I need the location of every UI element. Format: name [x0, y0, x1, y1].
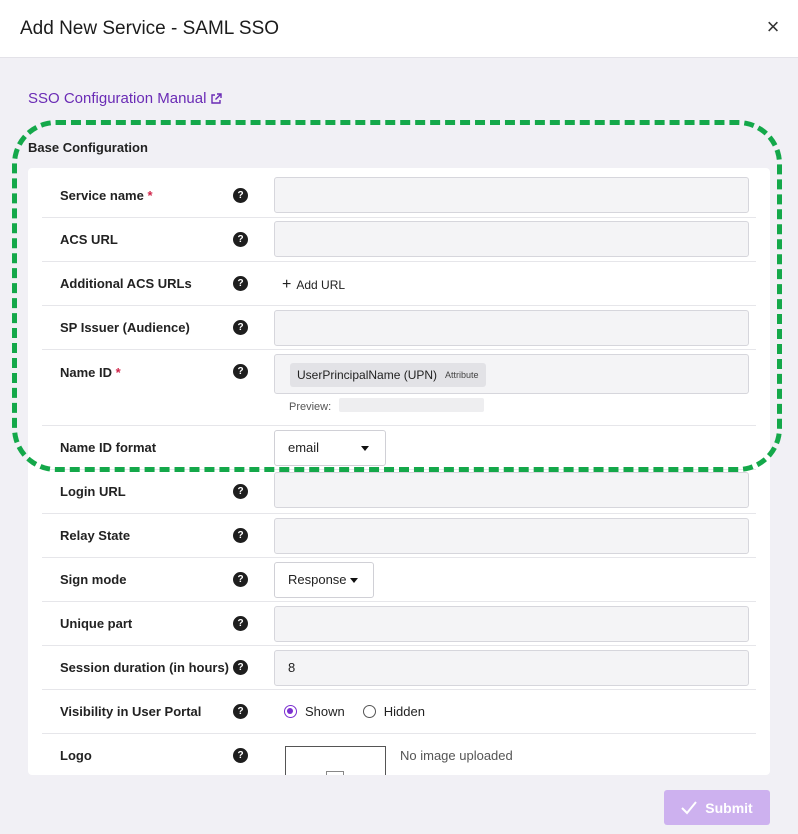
help-icon[interactable]: ? [233, 616, 248, 631]
help-icon[interactable]: ? [233, 188, 248, 203]
caret-down-icon [350, 578, 359, 584]
unique-part-label: Unique part [60, 616, 133, 631]
row-login-url: Login URL ? [42, 470, 756, 514]
radio-shown[interactable] [284, 705, 297, 718]
preview-label: Preview: [289, 401, 332, 413]
row-unique-part: Unique part ? [42, 602, 756, 646]
add-url-label: Add URL [296, 278, 346, 292]
login-url-label: Login URL [60, 484, 126, 499]
login-url-input[interactable] [274, 472, 749, 508]
row-name-id-format: Name ID format email [42, 426, 756, 470]
sso-manual-link[interactable]: SSO Configuration Manual [28, 90, 223, 107]
chip-value: UserPrincipalName (UPN) [297, 368, 438, 382]
dialog-title: Add New Service - SAML SSO [20, 18, 280, 39]
logo-label: Logo [60, 748, 92, 763]
acs-url-input[interactable] [274, 221, 749, 257]
row-additional-acs-urls: Additional ACS URLs ? + Add URL [42, 262, 756, 306]
sign-mode-label: Sign mode [60, 572, 127, 587]
help-icon[interactable]: ? [233, 572, 248, 587]
row-acs-url: ACS URL ? [42, 218, 756, 262]
help-icon[interactable]: ? [233, 320, 248, 335]
service-name-input[interactable] [274, 177, 749, 213]
row-sp-issuer: SP Issuer (Audience) ? [42, 306, 756, 350]
help-icon[interactable]: ? [233, 484, 248, 499]
image-icon [326, 771, 344, 775]
help-icon[interactable]: ? [233, 704, 248, 719]
name-id-chip[interactable]: UserPrincipalName (UPN) Attribute [290, 363, 486, 387]
additional-acs-urls-label: Additional ACS URLs [60, 276, 192, 291]
required-mark: * [147, 188, 153, 203]
radio-shown-label: Shown [305, 704, 345, 719]
submit-button[interactable]: Submit [664, 790, 770, 825]
radio-hidden[interactable] [362, 705, 376, 718]
unique-part-input[interactable] [274, 606, 749, 642]
row-session-duration: Session duration (in hours) ? 8 [42, 646, 756, 690]
help-icon[interactable]: ? [233, 748, 248, 763]
caret-down-icon [361, 446, 369, 451]
add-url-button[interactable]: + Add URL [282, 276, 346, 293]
logo-status: No image uploaded [400, 748, 513, 763]
submit-label: Submit [705, 799, 753, 816]
row-logo: Logo ? No image uploaded [42, 734, 756, 775]
row-name-id: Name ID * ? UserPrincipalName (UPN) Attr… [42, 350, 756, 426]
session-duration-label: Session duration (in hours) [60, 660, 230, 675]
row-service-name: Service name * ? [42, 174, 756, 218]
preview-value-redacted [339, 398, 484, 412]
relay-state-label: Relay State [60, 528, 131, 543]
name-id-format-select[interactable]: email [274, 430, 386, 466]
row-sign-mode: Sign mode ? Response [42, 558, 756, 602]
row-relay-state: Relay State ? [42, 514, 756, 558]
name-id-format-value: email [288, 440, 320, 455]
help-icon[interactable]: ? [233, 276, 248, 291]
help-icon[interactable]: ? [233, 660, 248, 675]
sign-mode-select[interactable]: Response [274, 562, 374, 598]
session-duration-input[interactable]: 8 [274, 650, 749, 686]
radio-hidden-label: Hidden [383, 704, 425, 719]
relay-state-input[interactable] [274, 518, 749, 554]
visibility-label: Visibility in User Portal [60, 704, 202, 719]
acs-url-label: ACS URL [60, 232, 118, 247]
checkmark-icon [681, 800, 698, 814]
required-mark: * [115, 365, 121, 380]
sp-issuer-label: SP Issuer (Audience) [60, 320, 190, 335]
row-visibility: Visibility in User Portal ? Shown Hidden [42, 690, 756, 734]
help-icon[interactable]: ? [233, 528, 248, 543]
name-id-format-label: Name ID format [60, 440, 157, 455]
dialog-header: Add New Service - SAML SSO × [0, 0, 798, 58]
name-id-label: Name ID * [60, 365, 121, 380]
section-title: Base Configuration [28, 140, 148, 155]
plus-icon: + [282, 276, 292, 293]
chip-type: Attribute [445, 370, 479, 380]
form-card: Service name * ? ACS URL ? Additional AC… [28, 168, 770, 775]
logo-upload-box[interactable] [285, 746, 386, 775]
visibility-radio-group: Shown Hidden [284, 704, 435, 719]
close-icon[interactable]: × [762, 16, 784, 38]
external-link-icon [211, 92, 223, 104]
sp-issuer-input[interactable] [274, 310, 749, 346]
service-name-label: Service name * [60, 188, 153, 203]
help-icon[interactable]: ? [233, 232, 248, 247]
help-icon[interactable]: ? [233, 364, 248, 379]
sign-mode-value: Response [288, 572, 347, 587]
name-id-input[interactable]: UserPrincipalName (UPN) Attribute [274, 354, 749, 394]
sso-manual-label: SSO Configuration Manual [28, 90, 207, 107]
